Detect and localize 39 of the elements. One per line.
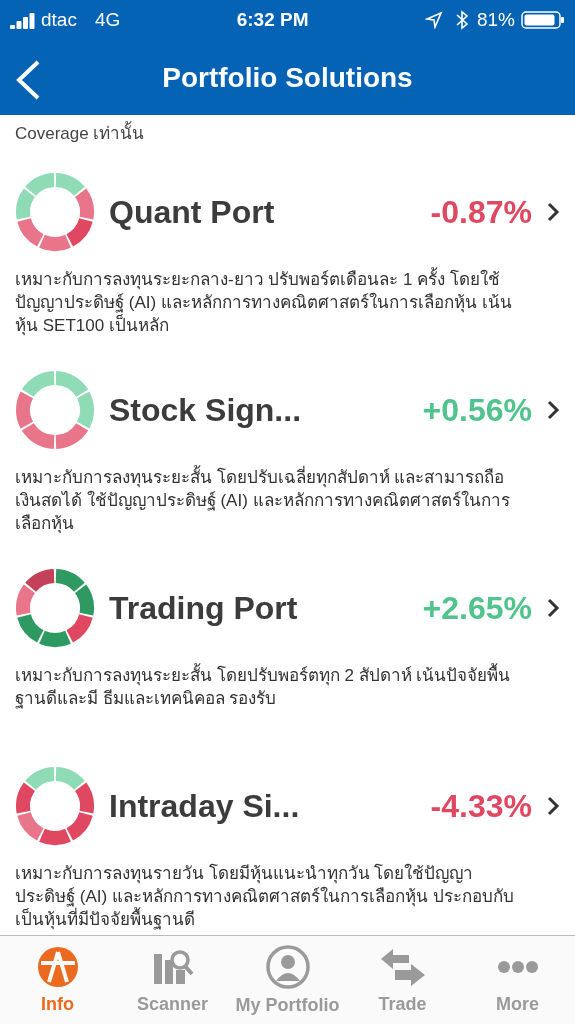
portfolio-description: เหมาะกับการลงทุนระยะกลาง-ยาว ปรับพอร์ตเดือนละ 1 ครั้ง โดยใช้ปัญญาประดิษฐ์ (AI) และหลักการทางคณิตศาสตร์ในการเลือกหุ้น เน้นหุ้น SET100 เป็นหลัก: [15, 268, 515, 337]
intro-text: Coverage เท่านั้น: [15, 119, 560, 146]
donut-chart-icon: [15, 172, 95, 252]
carrier-name: dtac: [41, 9, 77, 31]
portfolio-description: เหมาะกับการลงทุนระยะสั้น โดยปรับพอร์ตทุก 2 สัปดาห์ เน้นปัจจัยพื้นฐานดีและมี ธีมและเทคนิคอล รองรับ: [15, 664, 515, 710]
percent-change: -4.33%: [430, 787, 532, 825]
chevron-right-icon[interactable]: [546, 201, 560, 223]
portfolio-description: เหมาะกับการลงทุนรายวัน โดยมีหุ้นแนะนำทุกวัน โดยใช้ปัญญาประดิษฐ์ (AI) และหลักการทางคณิตศาสตร์ในการเลือกหุ้น ประกอบกับเป็นหุ้นที่มีปัจจัยพื้นฐานดี: [15, 862, 515, 931]
percent-change: -0.87%: [430, 193, 532, 231]
more-icon: [496, 960, 539, 973]
chevron-right-icon[interactable]: [546, 597, 560, 619]
bluetooth-icon: [454, 10, 469, 30]
donut-chart-icon: [15, 370, 95, 450]
portfolio-name: Trading Port: [109, 589, 299, 627]
percent-change: +0.56%: [422, 391, 532, 429]
tab-bar-item[interactable]: Trade: [345, 936, 460, 1024]
tab-bar-item[interactable]: More: [460, 936, 575, 1024]
clock-time: 6:32 PM: [236, 9, 309, 31]
battery-icon: [521, 10, 565, 30]
portfolio-name: Intraday Si...: [109, 787, 301, 825]
chevron-right-icon[interactable]: [546, 795, 560, 817]
location-arrow-icon: [424, 11, 443, 29]
page-title: Portfolio Solutions: [162, 61, 413, 94]
percent-change: +2.65%: [422, 589, 532, 627]
back-icon[interactable]: [14, 60, 42, 100]
tab-bar-item[interactable]: Info: [0, 936, 115, 1024]
network-type: 4G: [94, 9, 121, 31]
portfolio-name: Quant Port: [109, 193, 276, 231]
donut-chart-icon: [15, 766, 95, 846]
signal-icon: [10, 11, 36, 29]
portfolio-description: เหมาะกับการลงทุนระยะสั้น โดยปรับเฉลี่ยทุกสัปดาห์ และสามารถถือเงินสดได้ ใช้ปัญญาประดิษฐ์ (AI) และหลักการทางคณิตศาสตร์ในการเลือกหุ้น: [15, 466, 515, 535]
tab-bar-item[interactable]: My Portfolio: [230, 936, 345, 1024]
user-icon: [265, 944, 310, 989]
tab-bar-item[interactable]: Scanner: [115, 936, 230, 1024]
portfolio-name: Stock Sign...: [109, 391, 303, 429]
donut-chart-icon: [15, 568, 95, 648]
chevron-right-icon[interactable]: [546, 399, 560, 421]
star-logo-icon: [36, 945, 79, 988]
battery-percent: 81%: [476, 9, 515, 31]
